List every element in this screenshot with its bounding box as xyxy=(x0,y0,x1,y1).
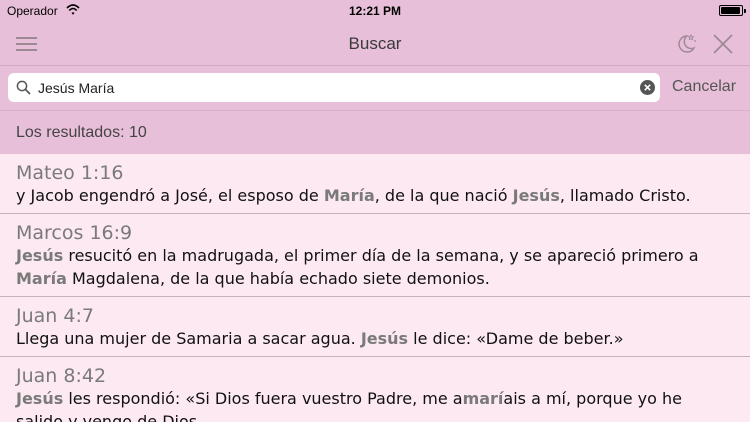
result-text: y Jacob engendró a José, el esposo de Ma… xyxy=(16,184,734,207)
result-reference: Mateo 1:16 xyxy=(16,162,124,184)
highlighted-term: Jesús xyxy=(512,186,560,205)
result-item[interactable]: Juan 4:7 Llega una mujer de Samaria a sac… xyxy=(0,297,750,357)
text-segment: resucitó en la madrugada, el primer día … xyxy=(63,246,699,265)
result-text: Jesús les respondió: «Si Dios fuera vues… xyxy=(16,387,734,422)
text-segment: Magdalena, de la que había echado siete … xyxy=(66,269,490,288)
result-reference: Juan 8:42 xyxy=(16,365,107,387)
highlighted-term: marí xyxy=(462,389,504,408)
text-segment: les respondió: «Si Dios fuera vuestro Pa… xyxy=(63,389,463,408)
results-count-label: Los resultados: 10 xyxy=(16,124,147,141)
highlighted-term: Jesús xyxy=(360,329,409,348)
clear-icon[interactable] xyxy=(640,80,655,95)
nav-bar: Buscar xyxy=(0,22,750,66)
text-segment: le dice: «Dame de beber.» xyxy=(408,329,624,348)
search-row: Jesús María Cancelar xyxy=(0,66,750,110)
battery-icon xyxy=(719,5,746,16)
highlighted-term: Jesús xyxy=(16,389,64,408)
result-item[interactable]: Mateo 1:16 y Jacob engendró a José, el es… xyxy=(0,154,750,214)
results-list: Mateo 1:16 y Jacob engendró a José, el es… xyxy=(0,154,750,422)
search-value: Jesús María xyxy=(38,80,115,96)
page-title: Buscar xyxy=(348,34,402,53)
status-time: 12:21 PM xyxy=(348,4,402,18)
search-input[interactable]: Jesús María xyxy=(8,73,660,102)
close-icon[interactable] xyxy=(712,33,734,55)
highlighted-term: Jesús xyxy=(16,246,64,265)
highlighted-term: María xyxy=(16,269,67,288)
result-text: Llega una mujer de Samaria a sacar agua.… xyxy=(16,327,734,350)
text-segment: y Jacob engendró a José, el esposo de xyxy=(16,186,324,205)
text-segment: , de la que nació xyxy=(374,186,513,205)
result-reference: Marcos 16:9 xyxy=(16,222,133,244)
night-mode-icon[interactable] xyxy=(674,32,698,56)
status-bar: Operador 12:21 PM xyxy=(0,0,750,22)
cancel-button[interactable]: Cancelar xyxy=(672,78,736,96)
results-count-bar: Los resultados: 10 xyxy=(0,110,750,154)
result-item[interactable]: Juan 8:42 Jesús les respondió: «Si Dios f… xyxy=(0,357,750,422)
result-reference: Juan 4:7 xyxy=(16,305,94,327)
search-icon xyxy=(16,80,31,95)
result-item[interactable]: Marcos 16:9 Jesús resucitó en la madrugad… xyxy=(0,214,750,297)
text-segment: Llega una mujer de Samaria a sacar agua. xyxy=(16,329,361,348)
result-text: Jesús resucitó en la madrugada, el prime… xyxy=(16,244,734,290)
text-segment: , llamado Cristo. xyxy=(559,186,691,205)
highlighted-term: María xyxy=(323,186,375,205)
